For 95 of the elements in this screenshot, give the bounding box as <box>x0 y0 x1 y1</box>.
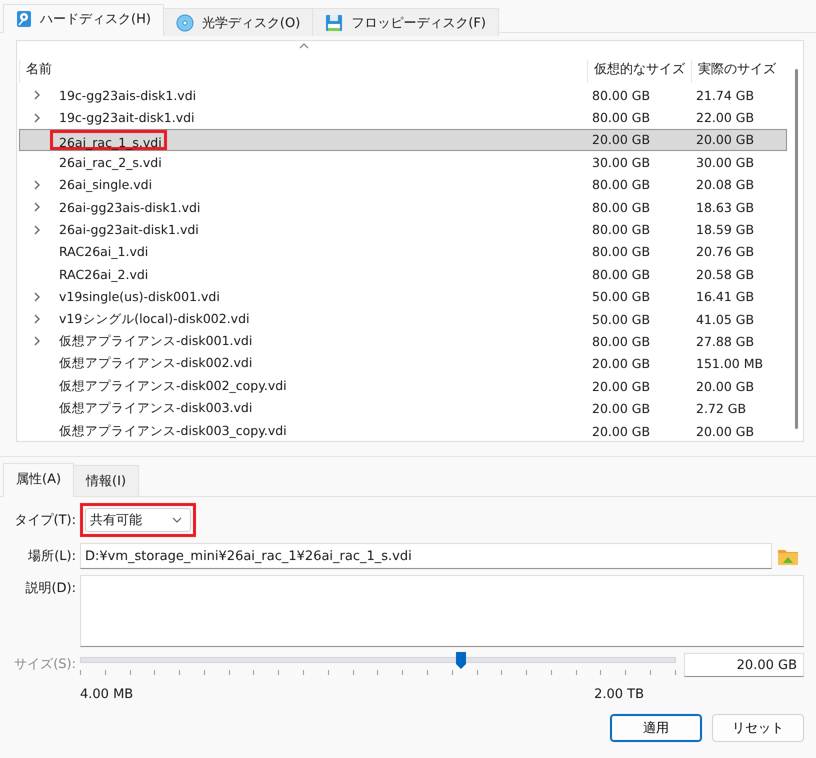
table-cell-text: 20.00 GB <box>591 401 652 416</box>
table-cell-text: 26ai_single.vdi <box>58 176 154 194</box>
tab[interactable]: 光学ディスク(O) <box>162 8 314 36</box>
table-cell-text: 20.00 GB <box>591 132 652 148</box>
scrollbar[interactable] <box>794 69 798 429</box>
type-dropdown[interactable]: 共有可能 <box>85 508 191 532</box>
table-cell-text: 20.00 GB <box>591 424 652 439</box>
table-cell-text: 19c-gg23ait-disk1.vdi <box>58 109 196 128</box>
column-header[interactable]: 実際のサイズ <box>691 60 787 83</box>
table-cell-text: 仮想アプライアンス-disk003.vdi <box>58 399 254 418</box>
field-label: 説明(D): <box>24 580 77 597</box>
table-row[interactable]: RAC26ai_1.vdi 80.00 GB 20.76 GB <box>19 240 787 264</box>
table-row[interactable]: 仮想アプライアンス-disk002.vdi 20.00 GB 151.00 MB <box>19 352 787 376</box>
table-cell-text: 18.63 GB <box>695 200 756 215</box>
table-row[interactable]: v19シングル(local)-disk002.vdi 50.00 GB 41.05 GB <box>19 308 787 330</box>
table-cell-text: 20.00 GB <box>695 132 756 148</box>
chevron-icon[interactable] <box>34 112 40 123</box>
disc-icon <box>176 14 194 32</box>
table-cell-text: 80.00 GB <box>591 177 652 192</box>
table-row[interactable]: 26ai_rac_2_s.vdi 30.00 GB 30.00 GB <box>19 151 787 174</box>
table-cell-text: 18.59 GB <box>695 222 756 238</box>
table-cell-text: 80.00 GB <box>591 200 652 215</box>
table-cell-text: 80.00 GB <box>591 334 652 349</box>
table-row[interactable]: 仮想アプライアンス-disk003_copy.vdi 20.00 GB 20.00 GB <box>19 420 787 442</box>
chevron-icon[interactable] <box>34 336 40 346</box>
table-cell-text: 20.00 GB <box>591 378 652 394</box>
table-cell-text: 26ai-gg23ait-disk1.vdi <box>58 221 200 240</box>
table-cell-text: 20.08 GB <box>695 177 756 192</box>
field-label: 場所(L): <box>27 548 77 565</box>
table-row[interactable]: 26ai-gg23ait-disk1.vdi 80.00 GB 18.59 GB <box>19 218 787 241</box>
max-label: 2.00 TB <box>594 687 644 702</box>
table-cell-text: RAC26ai_2.vdi <box>58 266 150 284</box>
table-row[interactable]: 19c-gg23ais-disk1.vdi 80.00 GB 21.74 GB <box>19 84 787 106</box>
table-cell-text: 仮想アプライアンス-disk002.vdi <box>58 354 254 372</box>
table-cell-text: 41.05 GB <box>695 312 756 327</box>
table-cell-text: 16.41 GB <box>695 289 756 304</box>
table-cell-text: 20.00 GB <box>591 356 652 372</box>
field-label: サイズ(S): <box>13 656 77 673</box>
table-cell-text: 20.00 GB <box>695 424 756 439</box>
table-cell-text: 26ai_rac_2_s.vdi <box>58 154 163 172</box>
chevron-icon[interactable] <box>34 180 40 190</box>
table-cell-text: 50.00 GB <box>591 312 652 327</box>
table-cell-text: 80.00 GB <box>591 222 652 238</box>
table-row[interactable]: 19c-gg23ait-disk1.vdi 80.00 GB 22.00 GB <box>19 106 787 129</box>
table-cell-text: 80.00 GB <box>591 88 652 103</box>
table-row[interactable]: v19single(us)-disk001.vdi 50.00 GB 16.41 GB <box>19 286 787 308</box>
table-cell-text: 20.76 GB <box>695 244 756 260</box>
table-cell-text: 20.58 GB <box>695 266 756 282</box>
reset-button[interactable]: リセット <box>712 714 804 742</box>
table-cell-text: 22.00 GB <box>695 110 756 126</box>
table-cell-text: 2.72 GB <box>695 401 748 416</box>
table-cell-text: 80.00 GB <box>591 110 652 126</box>
table-cell-text: 151.00 MB <box>695 356 764 372</box>
table-cell-text: 21.74 GB <box>695 88 756 103</box>
table-cell-text: 26ai-gg23ais-disk1.vdi <box>58 198 202 217</box>
table-cell-text: 30.00 GB <box>695 154 756 170</box>
table-cell-text: 19c-gg23ais-disk1.vdi <box>58 86 198 105</box>
location-field[interactable]: D:¥vm_storage_mini¥26ai_rac_1¥26ai_rac_1_s.vdi <box>80 543 772 569</box>
table-row[interactable]: 26ai-gg23ais-disk1.vdi 80.00 GB 18.63 GB <box>19 196 787 218</box>
table-cell-text: v19single(us)-disk001.vdi <box>58 288 221 306</box>
min-label: 4.00 MB <box>80 687 134 702</box>
chevron-down-icon <box>172 517 182 523</box>
tab[interactable]: ハードディスク(H) <box>3 4 164 33</box>
tab[interactable]: 属性(A) <box>3 463 74 497</box>
field-label: タイプ(T): <box>14 512 77 529</box>
chevron-icon[interactable] <box>34 314 40 324</box>
table-cell-text: 20.00 GB <box>695 378 756 394</box>
table-cell-text: 仮想アプライアンス-disk001.vdi <box>58 332 254 350</box>
chevron-icon[interactable] <box>34 224 40 235</box>
sort-icon <box>299 43 309 49</box>
column-header[interactable]: 名前 <box>19 60 587 83</box>
table-row[interactable]: 仮想アプライアンス-disk001.vdi 80.00 GB 27.88 GB <box>19 330 787 353</box>
apply-button[interactable]: 適用 <box>610 714 702 742</box>
tab[interactable]: フロッピーディスク(F) <box>312 8 499 36</box>
table-row[interactable]: 仮想アプライアンス-disk003.vdi 20.00 GB 2.72 GB <box>19 397 787 420</box>
chevron-icon[interactable] <box>34 90 40 100</box>
column-header[interactable]: 仮想的なサイズ <box>587 60 691 83</box>
table-cell-text: v19シングル(local)-disk002.vdi <box>58 310 250 328</box>
table-cell-text: RAC26ai_1.vdi <box>58 243 150 262</box>
chevron-icon[interactable] <box>34 292 40 302</box>
table-cell-text: 仮想アプライアンス-disk003_copy.vdi <box>58 422 288 440</box>
table-row[interactable]: RAC26ai_2.vdi 80.00 GB 20.58 GB <box>19 263 787 286</box>
tab[interactable]: 情報(I) <box>73 465 140 496</box>
chevron-icon[interactable] <box>34 202 40 212</box>
table-cell-text: 30.00 GB <box>591 154 652 170</box>
table-row[interactable]: 仮想アプライアンス-disk002_copy.vdi 20.00 GB 20.00 GB <box>19 375 787 398</box>
table-cell-text: 仮想アプライアンス-disk002_copy.vdi <box>58 376 288 395</box>
table-row[interactable]: 26ai_single.vdi 80.00 GB 20.08 GB <box>19 174 787 196</box>
description-field[interactable] <box>80 575 804 647</box>
table-cell-text: 50.00 GB <box>591 289 652 304</box>
table-cell-text: 27.88 GB <box>695 334 756 349</box>
table-row[interactable]: 26ai_rac_1_s.vdi 20.00 GB 20.00 GB <box>19 128 787 152</box>
table-cell-text: 80.00 GB <box>591 266 652 282</box>
table-cell-text: 80.00 GB <box>591 244 652 260</box>
table-cell: 26ai_rac_1_s.vdi <box>50 130 167 150</box>
